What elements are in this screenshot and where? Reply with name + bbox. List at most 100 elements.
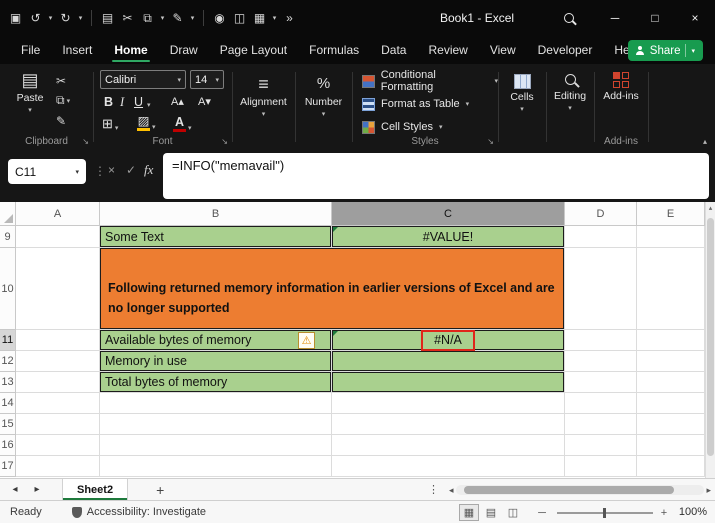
tab-home[interactable]: Home	[103, 36, 158, 64]
tab-view[interactable]: View	[479, 36, 527, 64]
shrink-font-button[interactable]: A▾	[198, 95, 211, 108]
cells-button[interactable]: Cells ▾	[503, 74, 541, 113]
font-dialog-launcher-icon[interactable]: ↘	[221, 137, 228, 146]
row-header-14[interactable]: 14	[0, 393, 16, 414]
previous-sheet-icon[interactable]: ◂	[4, 484, 26, 495]
cell-d16[interactable]	[565, 435, 637, 456]
format-as-table-button[interactable]: Format as Table ▾	[362, 95, 469, 113]
cell-a10[interactable]	[16, 248, 100, 330]
share-dropdown-icon[interactable]: ▾	[691, 47, 695, 55]
collapse-ribbon-icon[interactable]: ▴	[703, 137, 707, 146]
cell-b16[interactable]	[100, 435, 332, 456]
font-color-button[interactable]: A ▾	[173, 116, 192, 132]
accessibility-status[interactable]: Accessibility: Investigate	[87, 506, 206, 518]
cell-b17[interactable]	[100, 456, 332, 477]
font-size-combo[interactable]: 14 ▾	[190, 70, 224, 89]
tab-draw[interactable]: Draw	[159, 36, 209, 64]
cell-c14[interactable]	[332, 393, 565, 414]
cell-d17[interactable]	[565, 456, 637, 477]
addins-button[interactable]: Add-ins	[599, 72, 643, 102]
name-box[interactable]: C11 ▾	[8, 159, 86, 184]
cell-e15[interactable]	[637, 414, 705, 435]
borders-button[interactable]: ⊞ ▾	[102, 116, 118, 132]
cell-b15[interactable]	[100, 414, 332, 435]
close-button[interactable]: ×	[675, 0, 715, 36]
cut-button[interactable]: ✂	[56, 72, 70, 89]
cell-d10[interactable]	[565, 248, 637, 330]
zoom-in-icon[interactable]: +	[657, 504, 671, 521]
format-painter-button[interactable]: ✎	[56, 112, 70, 129]
cell-a16[interactable]	[16, 435, 100, 456]
zoom-slider-handle[interactable]	[603, 508, 606, 518]
tab-file[interactable]: File	[10, 36, 51, 64]
paste-dropdown-icon[interactable]: ▾	[28, 106, 32, 114]
horizontal-scrollbar[interactable]: ◂ ▸	[449, 483, 711, 497]
styles-dialog-launcher-icon[interactable]: ↘	[487, 137, 494, 146]
sheet-tab-sheet2[interactable]: Sheet2	[62, 479, 129, 500]
select-all-button[interactable]	[0, 202, 16, 226]
chart-icon[interactable]: ▦	[250, 5, 269, 31]
sheet-options-icon[interactable]: ⋮	[428, 483, 439, 496]
tab-formulas[interactable]: Formulas	[298, 36, 370, 64]
zoom-slider[interactable]	[557, 508, 653, 518]
scroll-up-icon[interactable]: ▴	[706, 202, 715, 216]
zoom-level[interactable]: 100%	[679, 506, 707, 518]
insert-function-icon[interactable]: fx	[144, 162, 153, 178]
underline-button[interactable]: U	[134, 95, 143, 109]
cell-b11[interactable]: Available bytes of memory ⚠	[100, 330, 332, 351]
cell-e17[interactable]	[637, 456, 705, 477]
undo-icon[interactable]: ↺	[26, 5, 45, 31]
cell-a11[interactable]	[16, 330, 100, 351]
col-header-d[interactable]: D	[565, 202, 637, 226]
col-header-b[interactable]: B	[100, 202, 332, 226]
cell-a12[interactable]	[16, 351, 100, 372]
col-header-e[interactable]: E	[637, 202, 705, 226]
more-commands-icon[interactable]: »	[280, 5, 299, 31]
paste-button[interactable]: ▤ Paste ▾	[10, 70, 50, 114]
cell-e11[interactable]	[637, 330, 705, 351]
search-button[interactable]	[552, 0, 586, 36]
cell-a14[interactable]	[16, 393, 100, 414]
row-header-17[interactable]: 17	[0, 456, 16, 477]
font-name-combo[interactable]: Calibri ▾	[100, 70, 186, 89]
cell-b9[interactable]: Some Text	[100, 226, 332, 248]
underline-dropdown-icon[interactable]: ▾	[147, 101, 151, 109]
vertical-scrollbar-thumb[interactable]	[707, 218, 714, 456]
horizontal-scrollbar-thumb[interactable]	[463, 486, 674, 494]
chart-dropdown-icon[interactable]: ▾	[270, 14, 279, 22]
alignment-button[interactable]: ≡ Alignment ▾	[237, 74, 290, 118]
col-header-a[interactable]: A	[16, 202, 100, 226]
page-break-view-icon[interactable]: ◫	[503, 504, 523, 521]
row-header-11[interactable]: 11	[0, 330, 16, 351]
cell-b14[interactable]	[100, 393, 332, 414]
tab-developer[interactable]: Developer	[527, 36, 604, 64]
cell-e14[interactable]	[637, 393, 705, 414]
cell-b10-merged[interactable]: Following returned memory information in…	[100, 248, 565, 330]
row-header-13[interactable]: 13	[0, 372, 16, 393]
cell-a9[interactable]	[16, 226, 100, 248]
cell-c15[interactable]	[332, 414, 565, 435]
cell-b13[interactable]: Total bytes of memory	[100, 372, 332, 393]
cell-c17[interactable]	[332, 456, 565, 477]
cell-d13[interactable]	[565, 372, 637, 393]
tab-page-layout[interactable]: Page Layout	[209, 36, 298, 64]
page-layout-view-icon[interactable]: ▤	[481, 504, 501, 521]
next-sheet-icon[interactable]: ▸	[26, 484, 48, 495]
cell-c12[interactable]	[332, 351, 565, 372]
row-header-16[interactable]: 16	[0, 435, 16, 456]
cell-d11[interactable]	[565, 330, 637, 351]
minimize-button[interactable]: ─	[595, 0, 635, 36]
enter-icon[interactable]: ✓	[126, 163, 136, 177]
cell-e13[interactable]	[637, 372, 705, 393]
cell-d14[interactable]	[565, 393, 637, 414]
undo-dropdown-icon[interactable]: ▾	[46, 14, 55, 22]
format-painter-icon[interactable]: ✎	[168, 5, 187, 31]
cell-c11-selected[interactable]: #N/A	[332, 329, 565, 351]
row-header-15[interactable]: 15	[0, 414, 16, 435]
maximize-button[interactable]: □	[635, 0, 675, 36]
save-icon[interactable]: ▣	[6, 5, 25, 31]
cell-a13[interactable]	[16, 372, 100, 393]
stamp-icon[interactable]: ◉	[210, 5, 229, 31]
row-header-12[interactable]: 12	[0, 351, 16, 372]
copy-button[interactable]: ⧉ ▾	[56, 92, 70, 109]
